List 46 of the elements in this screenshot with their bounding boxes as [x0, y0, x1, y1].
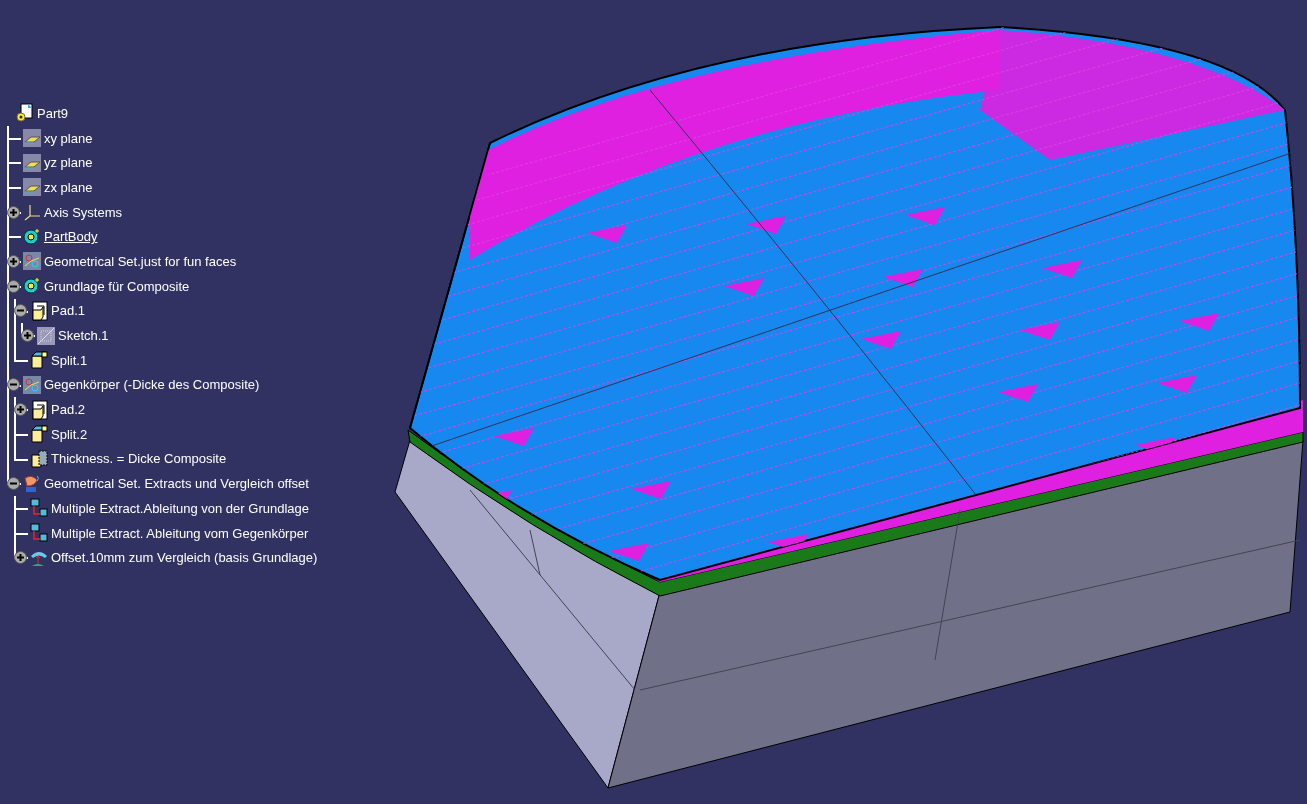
tree-item[interactable]: Pad.2	[51, 402, 85, 418]
geometrical-set-icon[interactable]	[22, 473, 42, 494]
plane-icon[interactable]	[22, 128, 42, 149]
collapse-toggle[interactable]	[7, 477, 20, 491]
tree-item[interactable]: Multiple Extract.Ableitung von der Grundlage	[51, 500, 309, 516]
sketch-icon[interactable]	[36, 325, 56, 346]
gear-body-icon[interactable]	[22, 276, 42, 297]
tree-item[interactable]: yz plane	[44, 155, 93, 171]
plane-icon[interactable]	[22, 177, 42, 198]
expand-toggle[interactable]	[7, 254, 20, 268]
tree-item[interactable]: Sketch.1	[58, 328, 109, 344]
expand-toggle[interactable]	[7, 205, 20, 219]
tree-item[interactable]: Gegenkörper (-Dicke des Composite)	[44, 377, 260, 393]
split-icon[interactable]	[29, 350, 49, 371]
axis-icon[interactable]	[22, 202, 42, 223]
pad-icon[interactable]	[29, 399, 49, 420]
plane-icon[interactable]	[22, 152, 42, 173]
expand-toggle[interactable]	[14, 403, 27, 417]
extract-icon[interactable]	[29, 498, 49, 519]
tree-item[interactable]: Axis Systems	[44, 204, 122, 220]
tree-item[interactable]: Geometrical Set.just for fun faces	[44, 253, 237, 269]
tree-item[interactable]: xy plane	[44, 130, 93, 146]
tree-item[interactable]: Split.1	[51, 352, 88, 368]
tree-item[interactable]: Thickness. = Dicke Composite	[51, 451, 227, 467]
tree-item[interactable]: Multiple Extract. Ableitung vom Gegenkörper	[51, 525, 309, 541]
collapse-toggle[interactable]	[14, 304, 27, 318]
geometrical-set-icon[interactable]	[22, 374, 42, 395]
collapse-toggle[interactable]	[7, 279, 20, 293]
tree-item[interactable]: Split.2	[51, 426, 88, 442]
tree-item[interactable]: PartBody	[44, 229, 98, 245]
part-document-icon[interactable]	[15, 103, 35, 124]
thickness-icon[interactable]	[29, 448, 49, 469]
collapse-toggle[interactable]	[7, 378, 20, 392]
tree-item[interactable]: Pad.1	[51, 303, 85, 319]
gear-body-icon[interactable]	[22, 226, 42, 247]
tree-item[interactable]: Geometrical Set. Extracts und Vergleich offset	[44, 476, 309, 492]
geometrical-set-icon[interactable]	[22, 251, 42, 272]
tree-item[interactable]: zx plane	[44, 179, 93, 195]
tree-item[interactable]: Grundlage für Composite	[44, 278, 190, 294]
extract-icon[interactable]	[29, 523, 49, 544]
pad-icon[interactable]	[29, 300, 49, 321]
expand-toggle[interactable]	[21, 329, 34, 343]
expand-toggle[interactable]	[14, 551, 27, 565]
split-icon[interactable]	[29, 424, 49, 445]
tree-item[interactable]: Part9	[37, 105, 69, 121]
tree-item[interactable]: Offset.10mm zum Vergleich (basis Grundlage)	[51, 550, 318, 566]
